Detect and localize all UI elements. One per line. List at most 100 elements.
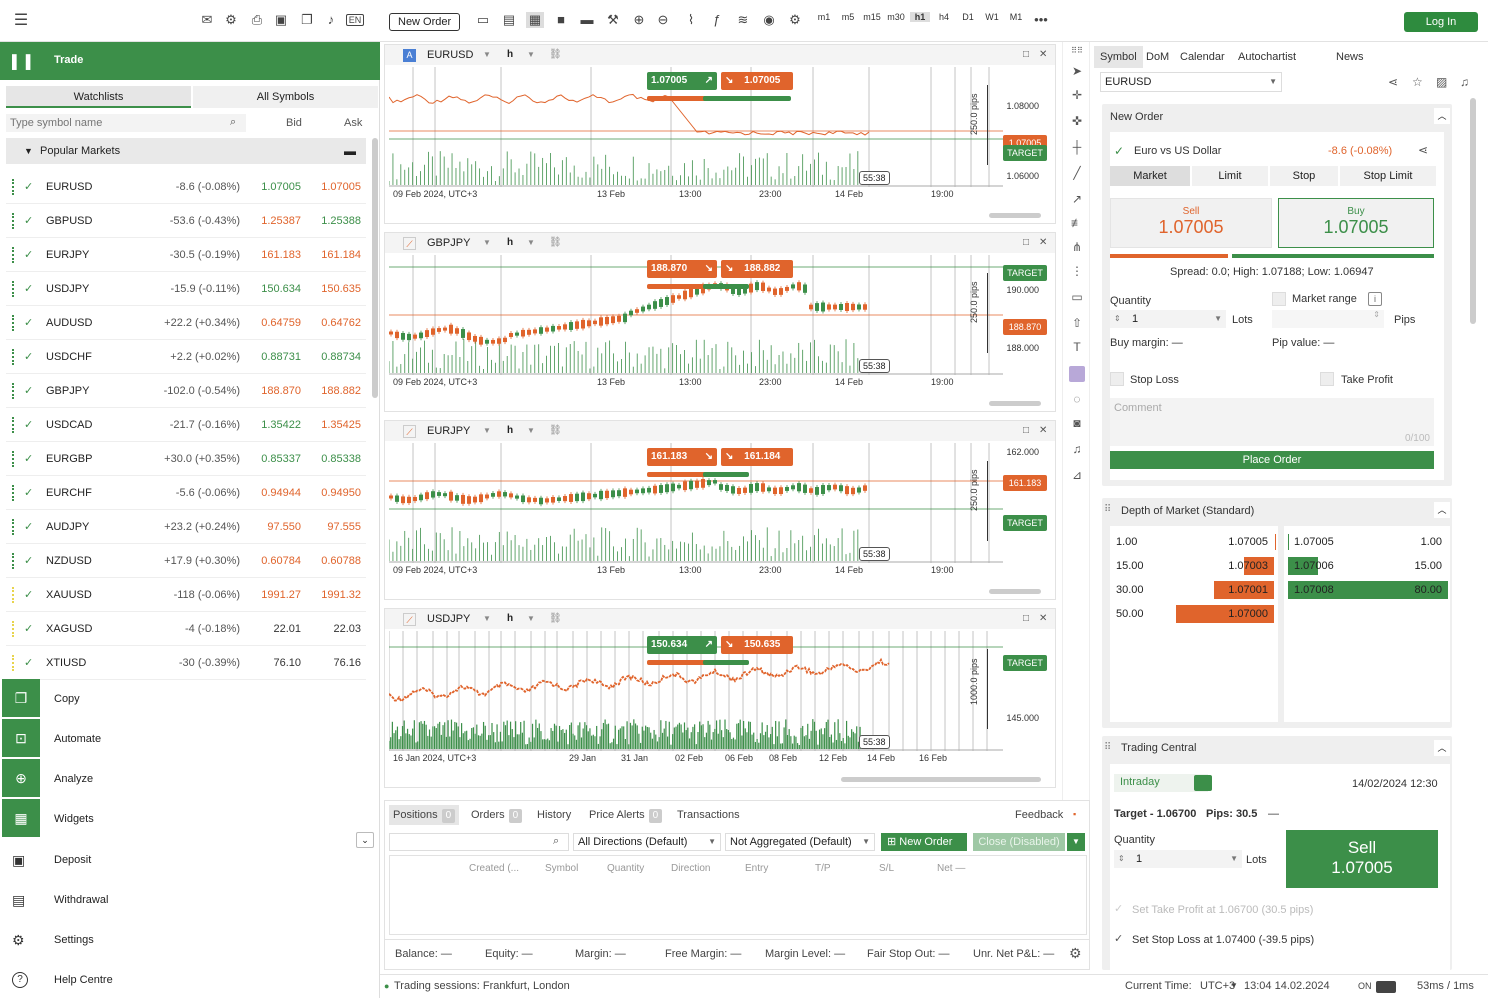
tab-orders[interactable]: Orders 0: [467, 805, 526, 825]
bid-price[interactable]: 1.35422: [246, 408, 301, 442]
ask-price[interactable]: 0.60788: [306, 544, 361, 578]
chart-type-icon[interactable]: ⟋: [403, 613, 416, 626]
check-icon[interactable]: ✓: [24, 170, 33, 204]
drag-handle-icon[interactable]: [12, 655, 16, 671]
chart-scrollbar[interactable]: [989, 401, 1041, 406]
ask-price[interactable]: 0.85338: [306, 442, 361, 476]
ask-price[interactable]: 150.635: [306, 272, 361, 306]
dom-bid-price[interactable]: 1.07001: [1228, 584, 1268, 596]
check-icon[interactable]: ✓: [24, 272, 33, 306]
chart-scrollbar[interactable]: [841, 777, 1041, 782]
timeframe-W1[interactable]: W1: [982, 12, 1002, 22]
target-tag[interactable]: TARGET: [1003, 515, 1047, 531]
bid-price[interactable]: 76.10: [246, 646, 301, 680]
bid-price[interactable]: 1.07005: [246, 170, 301, 204]
watchlist-row[interactable]: ✓ EURJPY -30.5 (-0.19%) 161.183 161.184: [6, 238, 366, 272]
timeframe-h4[interactable]: h4: [934, 12, 954, 22]
maximize-icon[interactable]: □: [1023, 45, 1029, 65]
ask-price[interactable]: 1.25388: [306, 204, 361, 238]
magnet-icon[interactable]: ◌: [1069, 392, 1085, 406]
trend-line-icon[interactable]: ╱: [1069, 166, 1085, 180]
nav-withdrawal[interactable]: ▤ Withdrawal: [0, 880, 380, 920]
watchlist-row[interactable]: ✓ USDJPY -15.9 (-0.11%) 150.634 150.635: [6, 272, 366, 306]
check-icon[interactable]: ✓: [24, 374, 33, 408]
dom-bid-price[interactable]: 1.07000: [1228, 608, 1268, 620]
buy-button[interactable]: Buy 1.07005: [1278, 198, 1434, 248]
chart-type-icon[interactable]: ⟋: [403, 237, 416, 250]
bid-price[interactable]: 150.634: [246, 272, 301, 306]
color-swatch[interactable]: [1069, 366, 1085, 382]
check-icon[interactable]: ✓: [24, 306, 33, 340]
nav-analyze[interactable]: ⊕ Analyze: [0, 759, 380, 799]
drag-handle-icon[interactable]: [12, 281, 16, 297]
collapse-icon[interactable]: ︿: [1434, 740, 1450, 756]
watchlist-row[interactable]: ✓ AUDUSD +22.2 (+0.34%) 0.64759 0.64762: [6, 306, 366, 340]
check-icon[interactable]: ✓: [24, 238, 33, 272]
drag-handle-icon[interactable]: [12, 451, 16, 467]
zoom-in-icon[interactable]: ⊕: [630, 12, 648, 28]
drag-handle-icon[interactable]: [12, 519, 16, 535]
watchlist-row[interactable]: ✓ EURCHF -5.6 (-0.06%) 0.94944 0.94950: [6, 476, 366, 510]
ask-price[interactable]: 97.555: [306, 510, 361, 544]
watchlist-row[interactable]: ✓ GBPJPY -102.0 (-0.54%) 188.870 188.882: [6, 374, 366, 408]
ask-price[interactable]: 0.88734: [306, 340, 361, 374]
tab-price-alerts[interactable]: Price Alerts 0: [585, 805, 666, 825]
bid-price[interactable]: 0.85337: [246, 442, 301, 476]
check-icon[interactable]: ✓: [24, 476, 33, 510]
sell-price-ribbon[interactable]: 150.634 ↗: [647, 636, 717, 654]
windows-icon[interactable]: ❐: [298, 12, 316, 28]
camera-icon[interactable]: ◙: [1069, 416, 1085, 430]
collapse-icon[interactable]: ︿: [1434, 108, 1450, 124]
chevron-down-icon[interactable]: ▼: [483, 421, 491, 441]
text-icon[interactable]: T: [1069, 340, 1085, 354]
drag-handle-icon[interactable]: [12, 621, 16, 637]
grip-icon[interactable]: ⠿: [1104, 504, 1111, 515]
check-icon[interactable]: ✓: [24, 340, 33, 374]
column-header[interactable]: Direction: [671, 863, 710, 874]
tab-transactions[interactable]: Transactions: [673, 805, 744, 825]
buy-price-ribbon[interactable]: ↘ 150.635: [721, 636, 793, 654]
order-type-market[interactable]: Market: [1110, 166, 1190, 186]
chart-settings-icon[interactable]: ⚒: [604, 12, 622, 28]
chart-panel-eurusd[interactable]: A EURUSD ▼ h ▼ ⛓ □ ✕ 1.07005 ↗ ↘ 1.07005 250.0 pip…: [384, 44, 1056, 224]
chart-scrollbar[interactable]: [989, 213, 1041, 218]
sound-icon[interactable]: ♪: [322, 12, 340, 27]
check-icon[interactable]: ✓: [24, 578, 33, 612]
aggregation-select[interactable]: Not Aggregated (Default) ▼: [725, 833, 875, 851]
close-icon[interactable]: ✕: [1039, 421, 1047, 441]
bell-icon[interactable]: ♫: [1460, 75, 1469, 89]
mail-icon[interactable]: ✉: [198, 12, 216, 28]
pips-input[interactable]: ⇕: [1272, 310, 1384, 328]
sell-price-ribbon[interactable]: 1.07005 ↗: [647, 72, 717, 90]
buy-price-ribbon[interactable]: ↘ 1.07005: [721, 72, 793, 90]
tab-watchlists[interactable]: Watchlists: [6, 86, 191, 108]
chart-timeframe[interactable]: h: [507, 233, 513, 253]
chart-symbol[interactable]: GBPJPY: [427, 233, 470, 253]
feedback-link[interactable]: Feedback: [1015, 809, 1063, 821]
bid-price[interactable]: 22.01: [246, 612, 301, 646]
watchlist-row[interactable]: ✓ EURUSD -8.6 (-0.08%) 1.07005 1.07005: [6, 170, 366, 204]
chart-symbol[interactable]: EURJPY: [427, 421, 470, 441]
place-order-button[interactable]: Place Order: [1110, 451, 1434, 469]
screenshot-icon[interactable]: ▣: [272, 12, 290, 28]
chevron-down-icon[interactable]: ▼: [527, 609, 535, 629]
bid-price[interactable]: 97.550: [246, 510, 301, 544]
indicators-icon[interactable]: ƒ: [708, 12, 726, 27]
chevron-down-icon[interactable]: ▼: [483, 609, 491, 629]
chart-scrollbar[interactable]: [989, 589, 1041, 594]
link-icon[interactable]: ⛓: [549, 233, 562, 253]
timeframe-m1[interactable]: m1: [814, 12, 834, 22]
bid-price[interactable]: 0.94944: [246, 476, 301, 510]
layout-grid-icon[interactable]: ▦: [526, 12, 544, 28]
chevron-down-icon[interactable]: ▼: [527, 421, 535, 441]
stepper-icon[interactable]: ⇕: [1114, 310, 1121, 328]
column-header[interactable]: Quantity: [607, 863, 644, 874]
ask-price[interactable]: 76.16: [306, 646, 361, 680]
market-range-checkbox[interactable]: [1272, 292, 1286, 306]
order-type-stop[interactable]: Stop: [1270, 166, 1338, 186]
chart-timeframe[interactable]: h: [507, 45, 513, 65]
maximize-icon[interactable]: □: [1023, 609, 1029, 629]
order-type-limit[interactable]: Limit: [1192, 166, 1268, 186]
tab-positions[interactable]: Positions 0: [389, 805, 460, 825]
watchlist-row[interactable]: ✓ EURGBP +30.0 (+0.35%) 0.85337 0.85338: [6, 442, 366, 476]
